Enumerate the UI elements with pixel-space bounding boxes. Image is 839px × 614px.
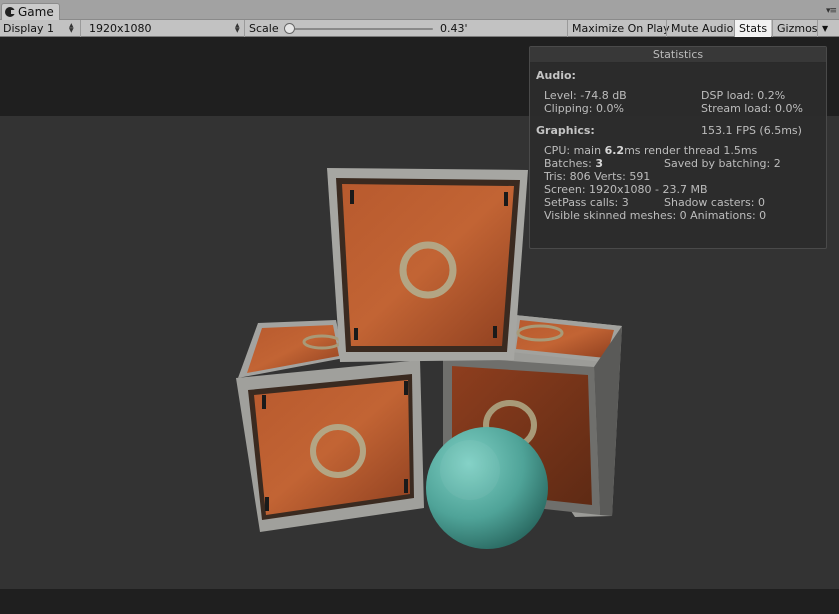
graphics-header: Graphics: [536, 124, 595, 137]
audio-header: Audio: [536, 69, 576, 82]
audio-level: Level: -74.8 dB [544, 89, 627, 102]
batches: Batches: 3 [544, 157, 603, 170]
fps-readout: 153.1 FPS (6.5ms) [701, 124, 802, 137]
visible-skinned-meshes: Visible skinned meshes: 0 Animations: 0 [544, 209, 767, 222]
saved-by-batching: Saved by batching: 2 [664, 157, 781, 170]
batches-prefix: Batches: [544, 157, 596, 170]
cpu-timing: CPU: main 6.2ms render thread 1.5ms [544, 144, 757, 157]
cpu-main-value: 6.2 [604, 144, 625, 157]
statistics-title: Statistics [530, 47, 826, 63]
setpass-calls: SetPass calls: 3 [544, 196, 629, 209]
cpu-prefix: CPU: main [544, 144, 605, 157]
crate-top [327, 168, 528, 362]
dsp-load: DSP load: 0.2% [701, 89, 786, 102]
cpu-suffix: ms render thread 1.5ms [624, 144, 758, 157]
shadow-casters: Shadow casters: 0 [664, 196, 765, 209]
stream-load: Stream load: 0.0% [701, 102, 803, 115]
tris-verts: Tris: 806 Verts: 591 [544, 170, 651, 183]
audio-clipping: Clipping: 0.0% [544, 102, 624, 115]
statistics-panel: Statistics Audio: Level: -74.8 dB DSP lo… [529, 46, 827, 249]
batches-value: 3 [595, 157, 603, 170]
screen-info: Screen: 1920x1080 - 23.7 MB [544, 183, 708, 196]
sphere [426, 427, 548, 549]
